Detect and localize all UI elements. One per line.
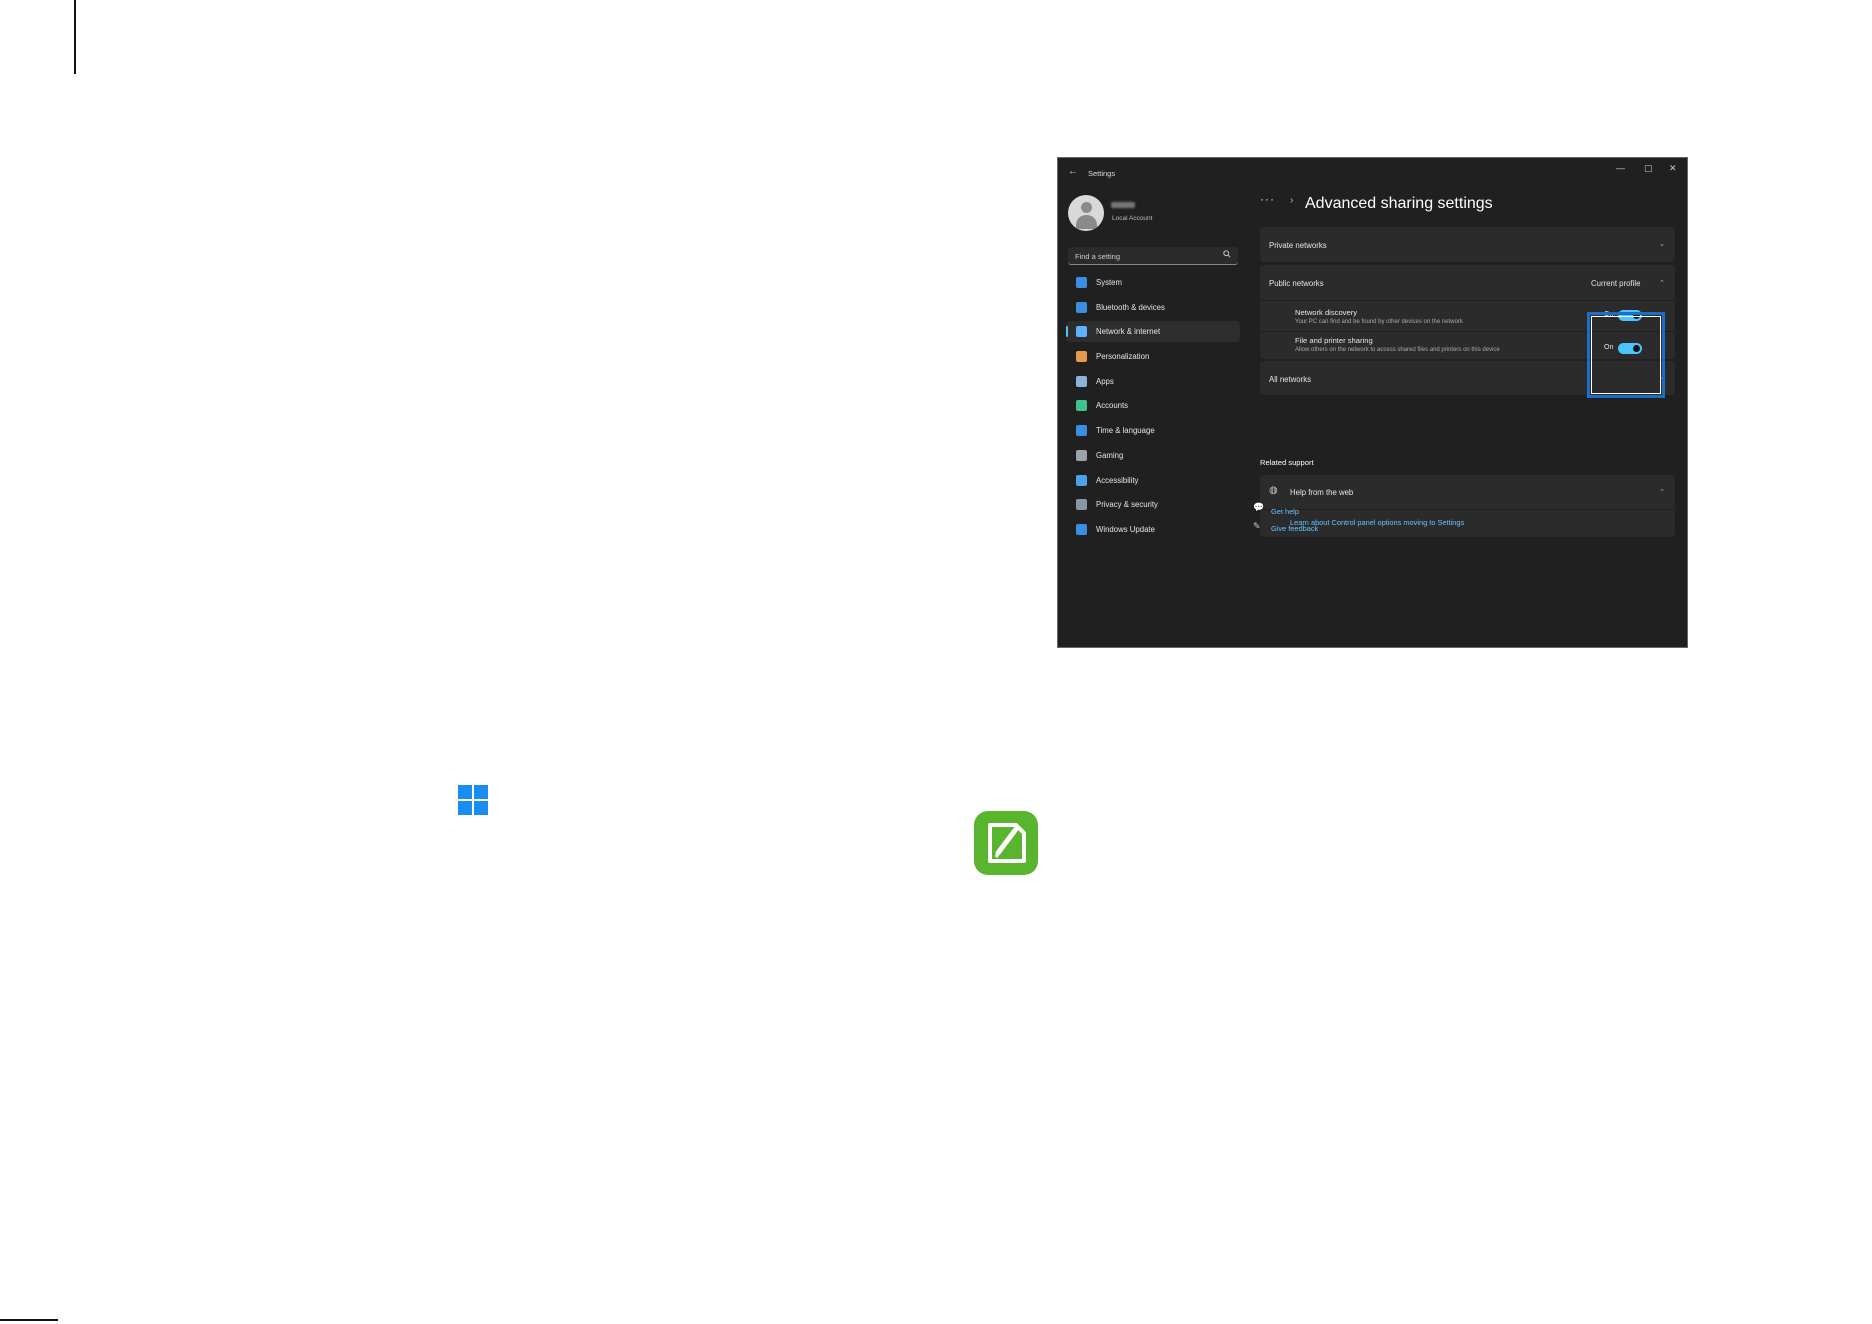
sidebar-item-windows-update[interactable]: Windows Update [1066, 519, 1240, 540]
accessibility-icon [1076, 474, 1087, 486]
network-discovery-desc: Your PC can find and be found by other d… [1295, 319, 1463, 325]
sidebar-item-bluetooth-devices[interactable]: Bluetooth & devices [1066, 297, 1240, 318]
give-feedback-link[interactable]: Give feedback [1271, 524, 1318, 533]
toggle-highlight-box [1587, 312, 1665, 398]
public-networks-label: Public networks [1269, 279, 1324, 288]
sidebar-item-personalization[interactable]: Personalization [1066, 346, 1240, 367]
sidebar-item-privacy-security[interactable]: Privacy & security [1066, 494, 1240, 515]
sidebar-item-label: Windows Update [1096, 524, 1155, 534]
current-profile-label: Current profile [1591, 279, 1641, 288]
file-sharing-desc: Allow others on the network to access sh… [1295, 347, 1500, 353]
sidebar-item-apps[interactable]: Apps [1066, 371, 1240, 392]
sidebar-item-time-language[interactable]: Time & language [1066, 420, 1240, 441]
divider [1260, 509, 1675, 510]
sidebar-item-accessibility[interactable]: Accessibility [1066, 470, 1240, 491]
sidebar-item-label: Personalization [1096, 352, 1150, 362]
chevron-down-icon: ⌄ [1659, 241, 1665, 248]
sidebar-item-system[interactable]: System [1066, 272, 1240, 293]
bluetooth-icon [1076, 301, 1087, 313]
help-chat-icon: 💬 [1253, 502, 1265, 512]
footer-rule [0, 1319, 58, 1321]
related-support-title: Related support [1260, 458, 1314, 467]
sidebar-item-label: System [1096, 278, 1122, 287]
all-networks-label: All networks [1269, 375, 1312, 384]
file-sharing-label: File and printer sharing [1295, 336, 1373, 345]
person-icon [1076, 400, 1087, 412]
private-networks-card[interactable]: Private networks ⌄ [1260, 227, 1675, 262]
settings-window-screenshot: ← Settings — ▢ ✕ Local Account Find a se… [1057, 157, 1688, 648]
chevron-up-icon: ⌃ [1659, 280, 1665, 287]
private-networks-label: Private networks [1269, 241, 1327, 250]
brush-icon [1076, 351, 1087, 363]
gamepad-icon [1076, 449, 1087, 461]
apps-icon [1076, 375, 1087, 387]
search-icon [1223, 250, 1231, 260]
window-title: Settings [1088, 169, 1116, 178]
search-placeholder: Find a setting [1075, 252, 1121, 261]
network-discovery-label: Network discovery [1295, 308, 1358, 317]
sidebar-item-label: Network & internet [1096, 327, 1161, 337]
account-name-blurred [1111, 202, 1135, 208]
chevron-up-icon: ⌃ [1659, 489, 1665, 496]
minimize-icon[interactable]: — [1616, 163, 1625, 173]
account-type: Local Account [1112, 215, 1153, 222]
note-pen-icon [974, 811, 1038, 875]
page-title: Advanced sharing settings [1305, 195, 1493, 212]
maximize-icon[interactable]: ▢ [1644, 163, 1653, 174]
breadcrumb-separator: › [1290, 195, 1294, 206]
sidebar-item-network-internet[interactable]: Network & internet [1066, 321, 1240, 343]
globe-icon: ◍ [1269, 485, 1278, 496]
back-arrow-icon[interactable]: ← [1068, 166, 1078, 177]
help-from-web-label: Help from the web [1290, 488, 1354, 497]
monitor-icon [1076, 277, 1087, 288]
sidebar-item-label: Gaming [1096, 450, 1124, 460]
sidebar-item-label: Bluetooth & devices [1096, 302, 1165, 312]
sidebar-item-label: Privacy & security [1096, 500, 1158, 510]
help-from-web-card[interactable]: ◍ Help from the web ⌃ Learn about Contro… [1260, 475, 1675, 537]
sidebar-item-gaming[interactable]: Gaming [1066, 445, 1240, 466]
divider [1260, 300, 1675, 301]
breadcrumb-more[interactable]: ··· [1260, 192, 1275, 206]
update-icon [1076, 523, 1087, 535]
sidebar-item-label: Time & language [1096, 426, 1155, 436]
wifi-icon [1076, 326, 1087, 338]
sidebar-item-label: Accounts [1096, 401, 1129, 411]
shield-icon [1076, 499, 1087, 511]
sidebar-item-label: Apps [1096, 376, 1114, 386]
sidebar-nav: System Bluetooth & devices Network & inter… [1066, 272, 1240, 544]
search-input[interactable]: Find a setting [1068, 247, 1238, 265]
header-rule [74, 0, 76, 74]
windows-logo-icon [458, 785, 488, 815]
sidebar-item-label: Accessibility [1096, 475, 1139, 485]
avatar [1068, 195, 1104, 231]
title-bar: ← Settings — ▢ ✕ [1058, 158, 1687, 186]
globe-clock-icon [1076, 425, 1087, 437]
sidebar-item-accounts[interactable]: Accounts [1066, 395, 1240, 416]
feedback-icon: ✎ [1253, 521, 1261, 531]
close-icon[interactable]: ✕ [1669, 163, 1677, 174]
get-help-link[interactable]: Get help [1271, 507, 1299, 516]
